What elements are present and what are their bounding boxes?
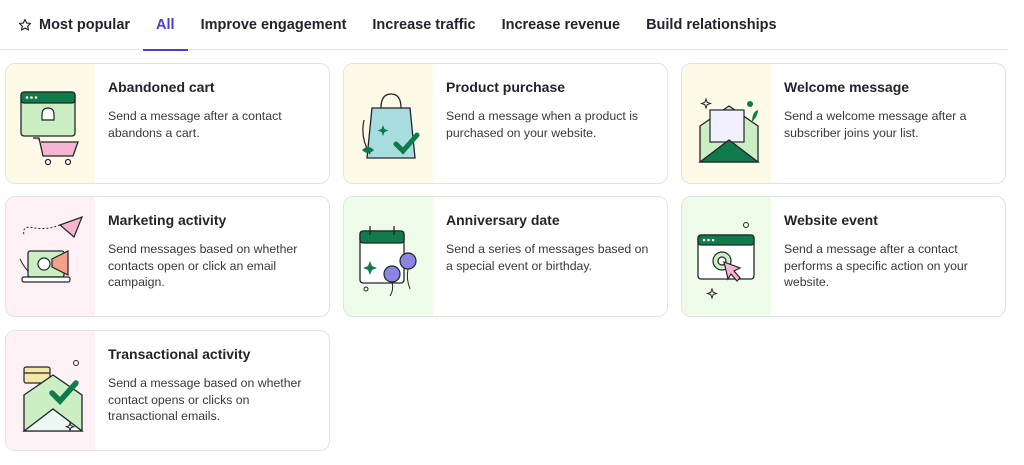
tab-label: Increase revenue <box>501 17 621 33</box>
card-thumbnail <box>344 64 433 183</box>
card-title: Transactional activity <box>108 346 251 362</box>
shopping-bag-illustration <box>361 92 419 159</box>
card-title: Anniversary date <box>446 212 560 228</box>
calendar-balloons-illustration <box>358 225 417 296</box>
card-anniversary-date[interactable]: Anniversary date Send a series of messag… <box>343 196 668 317</box>
card-website-event[interactable]: Website event Send a message after a con… <box>681 196 1006 317</box>
tab-label: Build relationships <box>646 17 777 33</box>
tab-increase-revenue[interactable]: Increase revenue <box>489 0 634 50</box>
card-description: Send a welcome message after a subscribe… <box>784 109 967 140</box>
card-transactional-activity[interactable]: Transactional activity Send a message ba… <box>5 330 330 451</box>
abandoned-cart-illustration <box>19 90 79 165</box>
card-abandoned-cart[interactable]: Abandoned cart Send a message after a co… <box>5 63 330 184</box>
card-marketing-activity[interactable]: Marketing activity Send messages based o… <box>5 196 330 317</box>
tab-most-popular[interactable]: Most popular <box>0 0 143 50</box>
card-thumbnail <box>6 331 95 450</box>
card-title: Abandoned cart <box>108 79 215 95</box>
card-thumbnail <box>344 197 433 316</box>
receipt-envelope-illustration <box>21 359 84 432</box>
tab-label: Improve engagement <box>200 17 347 33</box>
browser-click-illustration <box>696 221 755 299</box>
tab-improve-engagement[interactable]: Improve engagement <box>188 0 360 50</box>
card-description: Send a message after a contact abandons … <box>108 109 282 140</box>
tab-label: Increase traffic <box>372 17 476 33</box>
star-outline-icon <box>18 18 32 31</box>
tab-build-relationships[interactable]: Build relationships <box>633 0 790 50</box>
tab-increase-traffic[interactable]: Increase traffic <box>359 0 488 50</box>
category-tabs: Most popular All Improve engagement Incr… <box>0 0 1008 51</box>
card-title: Marketing activity <box>108 212 227 228</box>
card-description: Send a series of messages based on a spe… <box>446 242 649 273</box>
tab-label: Most popular <box>39 17 131 33</box>
card-product-purchase[interactable]: Product purchase Send a message when a p… <box>343 63 668 184</box>
card-title: Welcome message <box>784 79 910 95</box>
card-thumbnail <box>682 64 771 183</box>
tab-all[interactable]: All <box>143 0 188 51</box>
card-title: Product purchase <box>446 79 566 95</box>
megaphone-laptop-illustration <box>19 215 83 283</box>
card-thumbnail <box>6 197 95 316</box>
card-description: Send a message based on whether contact … <box>108 376 302 423</box>
card-thumbnail <box>682 197 771 316</box>
card-title: Website event <box>784 212 878 228</box>
tab-label: All <box>156 17 175 33</box>
card-thumbnail <box>6 64 95 183</box>
envelope-letter-illustration <box>697 97 760 163</box>
card-description: Send a message when a product is purchas… <box>446 109 639 140</box>
card-description: Send messages based on whether contacts … <box>108 242 298 289</box>
card-description: Send a message after a contact performs … <box>784 242 968 289</box>
card-welcome-message[interactable]: Welcome message Send a welcome message a… <box>681 63 1006 184</box>
